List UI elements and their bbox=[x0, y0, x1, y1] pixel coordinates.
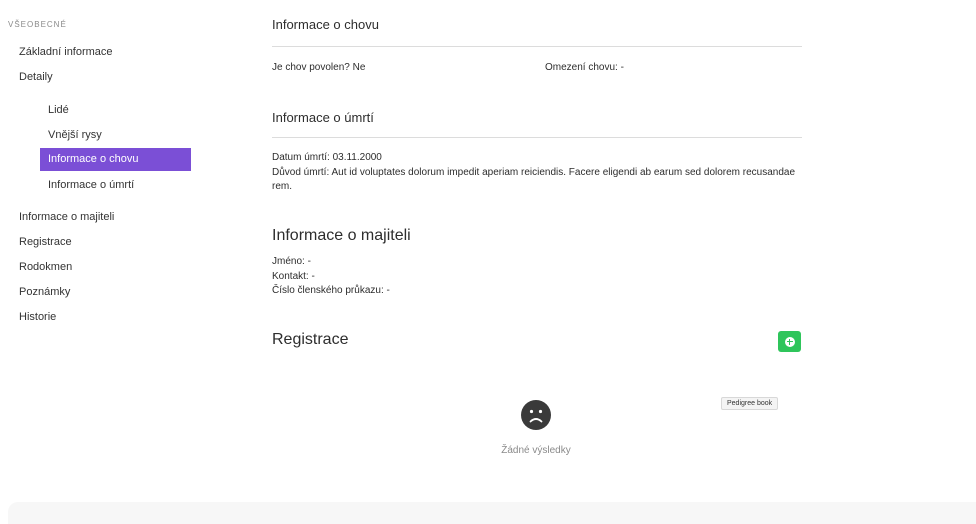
breeding-allowed: Je chov povolen? Ne bbox=[272, 62, 366, 73]
footer-bar bbox=[8, 502, 976, 524]
death-date: Datum úmrtí: 03.11.2000 bbox=[272, 152, 382, 163]
owner-heading: Informace o majiteli bbox=[272, 227, 411, 244]
death-heading: Informace o úmrtí bbox=[272, 110, 374, 125]
death-reason: Důvod úmrtí: Aut id voluptates dolorum i… bbox=[272, 167, 796, 192]
plus-circle-icon bbox=[784, 336, 795, 347]
divider bbox=[272, 46, 802, 47]
sidebar-item-registration[interactable]: Registrace bbox=[19, 236, 72, 248]
owner-contact: Kontakt: - bbox=[272, 271, 315, 282]
sidebar-item-basic-info[interactable]: Základní informace bbox=[19, 46, 113, 58]
sidebar-section-title: VŠEOBECNÉ bbox=[8, 20, 67, 29]
sidebar-item-history[interactable]: Historie bbox=[19, 311, 56, 323]
divider bbox=[272, 137, 802, 138]
breeding-heading: Informace o chovu bbox=[272, 17, 379, 32]
registration-heading: Registrace bbox=[272, 331, 349, 348]
sidebar-item-details[interactable]: Detaily bbox=[19, 71, 53, 83]
sidebar-subitem-death-info[interactable]: Informace o úmrtí bbox=[48, 179, 134, 191]
owner-name: Jméno: - bbox=[272, 256, 311, 267]
sidebar-item-pedigree[interactable]: Rodokmen bbox=[19, 261, 72, 273]
sidebar-subitem-appearance[interactable]: Vnější rysy bbox=[48, 129, 102, 141]
tooltip: Pedigree book bbox=[721, 397, 779, 410]
add-registration-button[interactable] bbox=[778, 331, 801, 352]
sidebar-item-owner-info[interactable]: Informace o majiteli bbox=[19, 211, 114, 223]
sidebar-item-notes[interactable]: Poznámky bbox=[19, 286, 70, 298]
sidebar-subitem-breeding-info[interactable]: Informace o chovu bbox=[40, 148, 191, 171]
breeding-restriction: Omezení chovu: - bbox=[545, 62, 624, 73]
owner-member-card: Číslo členského průkazu: - bbox=[272, 285, 390, 296]
sidebar-subitem-people[interactable]: Lidé bbox=[48, 104, 69, 116]
sad-face-icon bbox=[521, 400, 551, 430]
empty-results-text: Žádné výsledky bbox=[501, 445, 571, 456]
